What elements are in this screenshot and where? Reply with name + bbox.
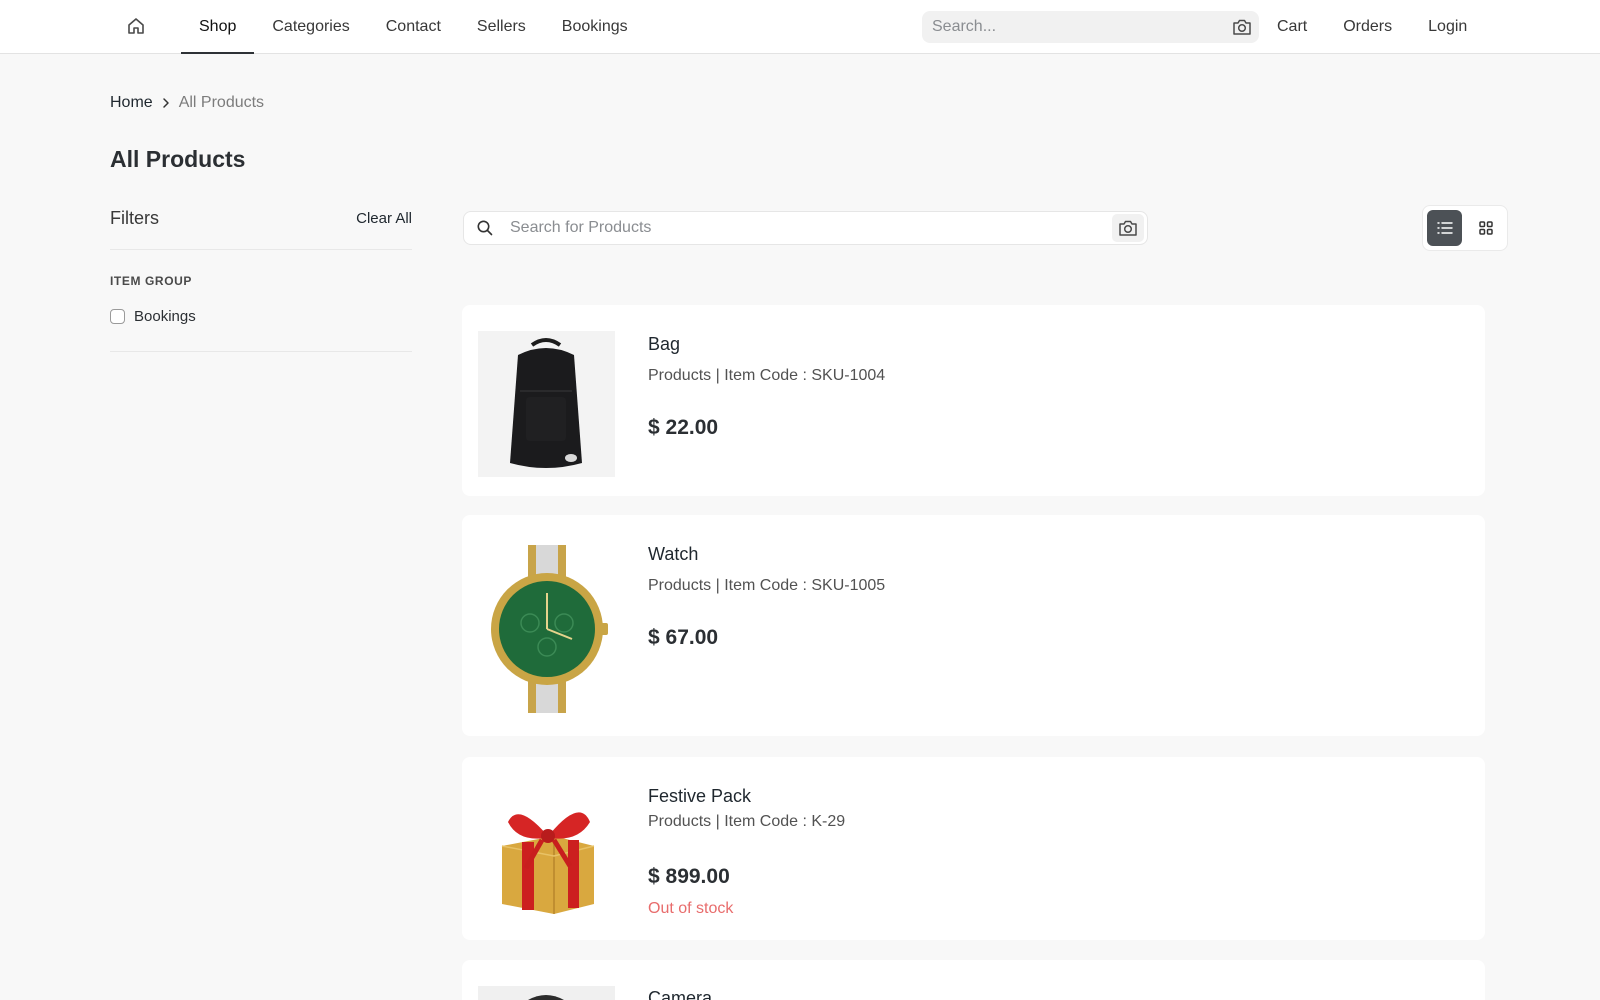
filters-title: Filters <box>110 207 159 228</box>
product-card[interactable]: Bag Products | Item Code : SKU-1004 $ 22… <box>462 305 1485 496</box>
product-card[interactable]: Festive Pack Products | Item Code : K-29… <box>462 757 1485 940</box>
product-meta: Products | Item Code : SKU-1004 <box>648 367 885 385</box>
product-image-backpack[interactable] <box>478 331 615 477</box>
breadcrumb-current: All Products <box>178 94 265 111</box>
product-name[interactable]: Watch <box>648 544 698 565</box>
product-group: Products <box>648 813 712 830</box>
product-name[interactable]: Camera <box>648 988 712 1000</box>
product-price: $ 899.00 <box>648 865 730 888</box>
filter-option-label: Bookings <box>134 307 196 325</box>
item-group-label: ITEM GROUP <box>110 274 193 288</box>
item-code: SKU-1005 <box>811 577 886 594</box>
product-name[interactable]: Bag <box>648 334 680 355</box>
product-price: $ 22.00 <box>648 416 719 439</box>
divider <box>110 351 412 352</box>
out-of-stock-label: Out of stock <box>648 900 734 917</box>
chevron-right-icon <box>161 97 171 109</box>
view-toggle <box>1422 205 1508 251</box>
item-code: K-29 <box>811 813 846 830</box>
meta-separator: | <box>715 577 720 594</box>
nav-right-links: Cart Orders Login <box>1259 0 1485 54</box>
divider <box>110 249 412 250</box>
breadcrumb-home[interactable]: Home <box>110 94 153 112</box>
nav-sellers[interactable]: Sellers <box>459 0 544 54</box>
home-icon[interactable] <box>124 14 148 38</box>
nav-links: Shop Categories Contact Sellers Bookings <box>181 0 646 54</box>
product-group: Products <box>648 577 712 594</box>
search-icon <box>464 212 506 244</box>
product-card[interactable]: Watch Products | Item Code : SKU-1005 $ … <box>462 515 1485 736</box>
bookings-checkbox[interactable] <box>110 308 125 324</box>
page-title: All Products <box>110 146 246 172</box>
grid-view-icon[interactable] <box>1468 210 1503 246</box>
item-code-label: Item Code : <box>724 813 807 830</box>
product-name[interactable]: Festive Pack <box>648 786 751 807</box>
meta-separator: | <box>715 813 720 830</box>
nav-orders[interactable]: Orders <box>1325 0 1410 54</box>
product-image-gift-box[interactable] <box>478 784 615 922</box>
product-image-watch[interactable] <box>478 543 615 715</box>
product-image-camera[interactable] <box>478 986 615 1000</box>
item-code-label: Item Code : <box>724 367 807 384</box>
filter-option-bookings[interactable]: Bookings <box>110 306 412 326</box>
top-search-bar <box>922 11 1259 43</box>
product-price: $ 67.00 <box>648 626 719 649</box>
product-meta: Products | Item Code : SKU-1005 <box>648 577 885 595</box>
item-code: SKU-1004 <box>811 367 886 384</box>
meta-separator: | <box>715 367 720 384</box>
product-card[interactable]: Camera <box>462 960 1485 1000</box>
nav-login[interactable]: Login <box>1410 0 1485 54</box>
nav-shop[interactable]: Shop <box>181 0 255 54</box>
item-code-label: Item Code : <box>724 577 807 594</box>
product-search-bar <box>463 211 1148 245</box>
list-view-icon[interactable] <box>1427 210 1462 246</box>
nav-categories[interactable]: Categories <box>254 0 367 54</box>
camera-icon[interactable] <box>1112 214 1144 242</box>
nav-cart[interactable]: Cart <box>1259 0 1325 54</box>
product-meta: Products | Item Code : K-29 <box>648 813 845 831</box>
nav-bookings[interactable]: Bookings <box>544 0 646 54</box>
product-group: Products <box>648 367 712 384</box>
top-search-input[interactable] <box>922 11 1225 43</box>
clear-all-button[interactable]: Clear All <box>356 210 412 227</box>
filters-header: Filters Clear All <box>110 205 412 231</box>
camera-icon[interactable] <box>1225 11 1259 43</box>
nav-contact[interactable]: Contact <box>368 0 459 54</box>
product-search-input[interactable] <box>506 213 1112 243</box>
breadcrumb: Home All Products <box>110 92 264 114</box>
top-navbar: Shop Categories Contact Sellers Bookings… <box>0 0 1600 54</box>
filters-panel: Filters Clear All ITEM GROUP Bookings <box>110 205 412 352</box>
